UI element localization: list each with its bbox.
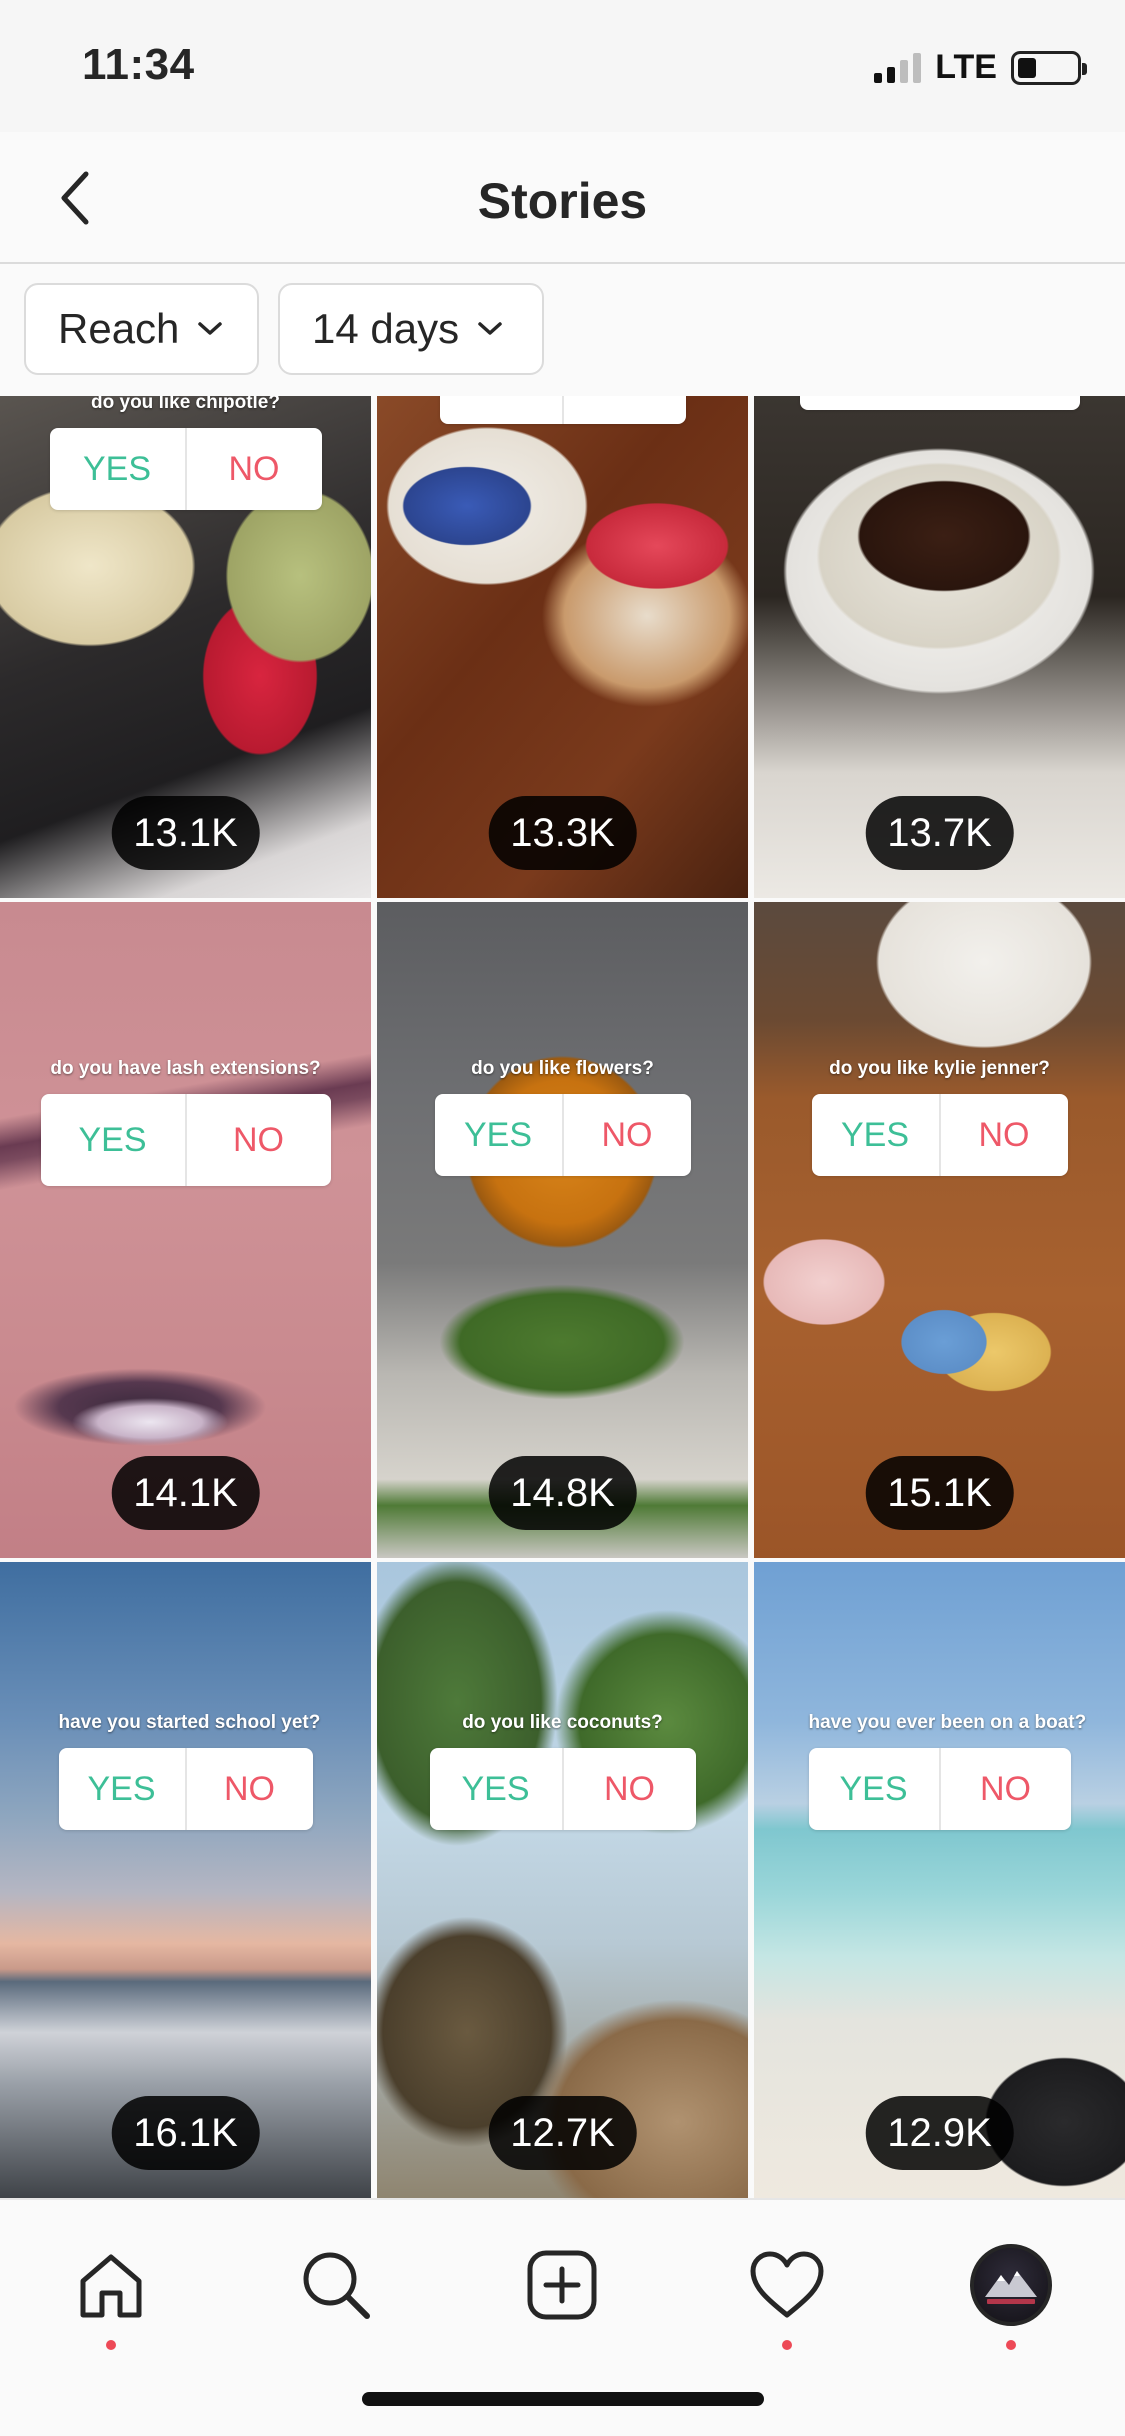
poll-sticker (799, 396, 1080, 410)
notification-dot (782, 2340, 792, 2350)
search-icon (303, 2252, 370, 2319)
poll-question: do you like kylie jenner? (829, 1058, 1050, 1079)
poll-sticker: have you started school yet? YES NO (58, 1712, 321, 1830)
poll-sticker: have you ever been on a boat? YES NO (808, 1712, 1087, 1830)
signal-icon (874, 52, 922, 83)
poll-no: NO (224, 1769, 275, 1808)
story-tile-coconuts[interactable]: do you like coconuts? YES NO 12.7K (377, 1562, 748, 2198)
story-tile-chipotle[interactable]: do you like chipotle? YES NO 13.1K (0, 396, 371, 898)
poll-yes: YES (50, 428, 187, 510)
nav-header: Stories (0, 132, 1125, 264)
stories-grid: do you like chipotle? YES NO 13.1K YES N… (0, 396, 1125, 2198)
poll-yes: YES (59, 1748, 187, 1830)
profile-avatar (970, 2244, 1052, 2326)
status-bar: 11:34 LTE (0, 0, 1125, 132)
story-tile-acai[interactable]: YES NO 13.3K (377, 396, 748, 898)
poll-yes: YES (41, 1094, 187, 1186)
reach-count: 13.7K (865, 796, 1014, 870)
network-type: LTE (935, 48, 997, 86)
reach-count: 14.1K (111, 1456, 260, 1530)
page-title: Stories (477, 173, 648, 229)
poll-yes: YES (430, 1748, 564, 1830)
poll-question: do you like chipotle? (91, 396, 280, 413)
poll-yes: YES (440, 396, 564, 424)
poll-question: do you like flowers? (471, 1058, 654, 1079)
notification-dot (106, 2340, 116, 2350)
notification-dot (1006, 2340, 1016, 2350)
chevron-down-icon (198, 322, 223, 335)
poll-sticker: do you like kylie jenner? YES NO (811, 1058, 1068, 1176)
reach-count: 12.7K (488, 2096, 637, 2170)
reach-count: 13.3K (488, 796, 637, 870)
home-icon (80, 2254, 142, 2318)
poll-question: do you have lash extensions? (50, 1058, 321, 1079)
mountain-logo-icon (985, 2271, 1037, 2304)
tab-home[interactable] (56, 2230, 166, 2350)
story-tile-kylie[interactable]: do you like kylie jenner? YES NO 15.1K (754, 902, 1125, 1558)
poll-yes: YES (435, 1094, 564, 1176)
poll-sticker: do you like chipotle? YES NO (49, 396, 322, 510)
heart-icon (750, 2251, 824, 2318)
reach-count: 15.1K (865, 1456, 1014, 1530)
poll-no: NO (564, 396, 686, 424)
reach-count: 12.9K (865, 2096, 1014, 2170)
story-tile-flowers[interactable]: do you like flowers? YES NO 14.8K (377, 902, 748, 1558)
filter-row: Reach 14 days (0, 266, 1125, 394)
add-post-icon (527, 2250, 597, 2320)
home-indicator (361, 2392, 764, 2406)
poll-sticker: YES NO (439, 396, 686, 424)
tab-profile[interactable] (956, 2230, 1066, 2350)
reach-count: 14.8K (488, 1456, 637, 1530)
status-time: 11:34 (82, 40, 195, 89)
tab-bar (0, 2198, 1125, 2436)
poll-question: have you ever been on a boat? (808, 1712, 1087, 1733)
poll-sticker: do you like flowers? YES NO (434, 1058, 691, 1176)
poll-sticker: do you like coconuts? YES NO (429, 1712, 696, 1830)
metric-dropdown[interactable]: Reach (24, 283, 259, 375)
status-indicators: LTE (874, 48, 1087, 87)
poll-yes: YES (809, 1748, 941, 1830)
poll-no: NO (601, 1115, 653, 1154)
poll-question: do you like coconuts? (462, 1712, 663, 1733)
poll-no: NO (978, 1115, 1030, 1154)
story-tile-boat[interactable]: have you ever been on a boat? YES NO 12.… (754, 1562, 1125, 2198)
metric-dropdown-label: Reach (58, 305, 180, 352)
poll-yes: YES (812, 1094, 941, 1176)
battery-icon (1011, 50, 1087, 85)
story-tile-school[interactable]: have you started school yet? YES NO 16.1… (0, 1562, 371, 2198)
tab-new-post[interactable] (507, 2230, 617, 2340)
period-dropdown-label: 14 days (312, 305, 460, 352)
tab-search[interactable] (281, 2230, 391, 2340)
poll-question: have you started school yet? (58, 1712, 321, 1733)
chevron-down-icon (478, 322, 502, 335)
tab-activity[interactable] (732, 2230, 842, 2350)
poll-no: NO (233, 1120, 284, 1159)
poll-no: NO (980, 1769, 1031, 1808)
poll-sticker: do you have lash extensions? YES NO (40, 1058, 331, 1186)
reach-count: 16.1K (111, 2096, 260, 2170)
reach-count: 13.1K (111, 796, 260, 870)
story-tile-lash[interactable]: do you have lash extensions? YES NO 14.1… (0, 902, 371, 1558)
poll-no: NO (604, 1769, 655, 1808)
period-dropdown[interactable]: 14 days (278, 283, 544, 375)
story-tile-ice-cream[interactable]: 13.7K (754, 396, 1125, 898)
poll-no: NO (228, 449, 280, 488)
